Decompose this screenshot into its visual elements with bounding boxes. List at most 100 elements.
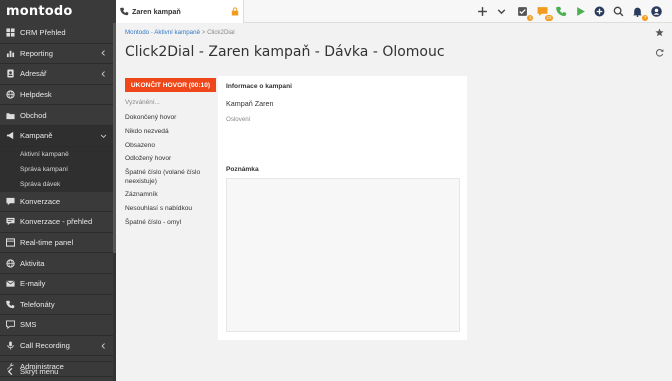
search-button[interactable] (611, 4, 626, 19)
refresh-icon[interactable] (655, 48, 664, 57)
favorite-star-icon[interactable] (655, 28, 664, 37)
main-content: Montodo - Aktivní kampaně > Click2Dial C… (116, 23, 672, 381)
sidebar-subitem-sprava-davek[interactable]: Správa dávek (0, 177, 116, 192)
sidebar-item-kampane[interactable]: Kampaně (0, 125, 116, 147)
sidebar-item-helpdesk[interactable]: Helpdesk (0, 85, 116, 106)
sidebar-item-label: Konverzace - přehled (20, 217, 93, 227)
tasks-badge: 1 (527, 15, 533, 21)
outcome-no-answer[interactable]: Nikdo nezvedá (125, 128, 218, 136)
sidebar-item-label: Kampaně (20, 131, 53, 141)
call-button[interactable] (554, 4, 569, 19)
user-menu-button[interactable] (649, 4, 664, 19)
phone-incoming-icon (120, 7, 129, 16)
calling-status: Vyzvánění... (125, 99, 160, 106)
lock-icon[interactable] (231, 7, 239, 16)
outcome-busy[interactable]: Obsazeno (125, 142, 218, 150)
chart-icon (6, 49, 15, 58)
sidebar-item-label: SMS (20, 320, 37, 330)
top-bar: Zaren kampaň 1 22 7 (116, 0, 672, 23)
expand-button[interactable] (494, 4, 509, 19)
bell-icon (633, 7, 642, 17)
plus-icon (478, 7, 487, 16)
play-button[interactable] (573, 4, 588, 19)
sidebar-item-label: Helpdesk (20, 90, 52, 100)
notifications-button[interactable]: 7 (630, 4, 648, 21)
search-icon (613, 6, 624, 17)
sms-icon (6, 320, 15, 330)
chevron-down-icon (497, 9, 506, 15)
tasks-icon (518, 7, 527, 16)
sidebar-menu-2: Konverzace Konverzace - přehled Real-tim… (0, 192, 116, 377)
outcome-list: Dokončený hovor Nikdo nezvedá Obsazeno O… (125, 114, 218, 227)
outcome-declined[interactable]: Nesouhlasí s nabídkou (125, 205, 218, 213)
tasks-button[interactable]: 1 (515, 4, 533, 21)
outcome-voicemail[interactable]: Záznamník (125, 191, 218, 199)
sidebar-item-aktivita[interactable]: Aktivita (0, 253, 116, 274)
phone-icon (556, 6, 567, 17)
breadcrumb-root[interactable]: Montodo (125, 29, 149, 36)
montodo-logo[interactable]: montodo (0, 0, 116, 23)
sidebar-item-e-maily[interactable]: E-maily (0, 274, 116, 295)
globe-icon (6, 90, 15, 99)
sidebar-item-call-recording[interactable]: Call Recording (0, 336, 116, 357)
sidebar-item-crm-prehled[interactable]: CRM Přehled (0, 23, 116, 44)
play-icon (577, 7, 585, 16)
campaign-name: Kampaň Zaren (226, 99, 274, 108)
tab-zaren-kampan[interactable]: Zaren kampaň (116, 0, 244, 23)
messages-button[interactable]: 22 (535, 4, 553, 21)
chat-list-icon (6, 217, 15, 226)
sidebar-item-konverzace-prehled[interactable]: Konverzace - přehled (0, 212, 116, 233)
sidebar-item-telefonaty[interactable]: Telefonáty (0, 295, 116, 316)
plus-circle-icon (594, 6, 605, 17)
phone-icon (6, 300, 15, 309)
avatar-icon (651, 6, 662, 17)
dashboard-icon (6, 28, 15, 37)
notifications-badge: 7 (642, 15, 648, 21)
page-title: Click2Dial - Zaren kampaň - Dávka - Olom… (125, 44, 445, 60)
outcome-postponed[interactable]: Odložený hovor (125, 155, 218, 163)
sidebar-item-label: Aktivita (20, 258, 45, 268)
sidebar-subitem-aktivni-kampane[interactable]: Aktivní kampaně (0, 147, 116, 162)
sidebar-item-label: Real-time panel (20, 238, 74, 248)
sidebar-item-sms[interactable]: SMS (0, 315, 116, 336)
globe-icon (6, 259, 15, 268)
outcome-wrong-number-mistake[interactable]: Špatné číslo - omyl (125, 219, 218, 227)
hide-menu-label: Skrýt menu (20, 367, 59, 376)
sidebar-item-konverzace[interactable]: Konverzace (0, 192, 116, 213)
chat-icon (6, 197, 15, 206)
microphone-icon (6, 341, 15, 350)
chevron-left-icon (101, 50, 105, 57)
sidebar-item-real-time-panel[interactable]: Real-time panel (0, 233, 116, 254)
sidebar-item-obchod[interactable]: Obchod (0, 105, 116, 126)
mail-icon (6, 279, 15, 288)
call-outcome-panel: UKONČIT HOVOR (00:10) Vyzvánění... Dokon… (125, 78, 218, 233)
sidebar-menu: CRM Přehled Reporting Adresář Helpdesk O… (0, 23, 116, 147)
campaign-info-title: Informace o kampani (226, 83, 292, 90)
end-call-button[interactable]: UKONČIT HOVOR (00:10) (125, 78, 216, 92)
chevron-left-icon (101, 342, 105, 349)
sidebar-item-reporting[interactable]: Reporting (0, 44, 116, 65)
breadcrumb-link[interactable]: Aktivní kampaně (154, 29, 200, 36)
chevron-down-icon (100, 134, 107, 138)
sidebar-item-label: E-maily (20, 279, 46, 289)
messages-badge: 22 (544, 15, 553, 21)
sidebar-item-adresar[interactable]: Adresář (0, 64, 116, 85)
sidebar-subitem-sprava-kampani[interactable]: Správa kampaní (0, 162, 116, 177)
note-title: Poznámka (226, 166, 259, 173)
campaign-info-panel: Informace o kampani Kampaň Zaren Osloven… (218, 76, 467, 340)
sidebar-item-label: Call Recording (20, 341, 70, 351)
outcome-wrong-number[interactable]: Špatné číslo (volané číslo neexistuje) (125, 169, 218, 186)
breadcrumb-current: Click2Dial (207, 29, 235, 36)
sidebar-item-label: Reporting (20, 48, 53, 58)
create-button[interactable] (592, 4, 607, 19)
hide-menu-button[interactable]: Skrýt menu (0, 361, 116, 381)
sidebar-item-label: Konverzace (20, 196, 61, 206)
greeting-label: Oslovení (226, 116, 251, 123)
note-textarea[interactable] (226, 178, 460, 332)
megaphone-icon (6, 131, 15, 140)
sidebar: montodo CRM Přehled Reporting Adresář He… (0, 0, 116, 381)
add-button[interactable] (475, 4, 490, 19)
panel-icon (6, 238, 15, 247)
address-book-icon (6, 69, 15, 79)
outcome-completed[interactable]: Dokončený hovor (125, 114, 218, 122)
